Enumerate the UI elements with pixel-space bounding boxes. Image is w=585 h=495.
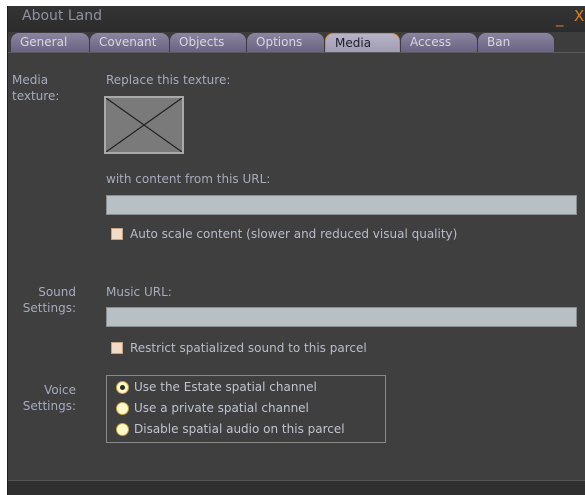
about-land-window: About Land _ X General Covenant Objects … (7, 6, 585, 495)
replace-texture-label: Replace this texture: (106, 73, 231, 87)
sound-section-label-line2: Settings: (22, 301, 76, 315)
voice-section-label-line1: Voice (44, 383, 76, 397)
bottom-bar (8, 480, 585, 495)
tab-bar: General Covenant Objects Options Media A… (8, 33, 585, 53)
tab-access[interactable]: Access (401, 33, 477, 52)
tab-covenant[interactable]: Covenant (90, 33, 169, 52)
title-bar[interactable]: About Land _ X (8, 6, 585, 32)
content-url-label: with content from this URL: (106, 172, 271, 186)
sound-section-label: Sound Settings: (12, 284, 76, 316)
close-button[interactable]: X (574, 6, 584, 26)
estate-channel-radio[interactable] (116, 381, 129, 394)
music-url-label: Music URL: (106, 285, 172, 299)
disable-spatial-audio-label: Disable spatial audio on this parcel (134, 422, 345, 436)
media-texture-picker[interactable] (104, 96, 184, 154)
private-channel-radio[interactable] (116, 402, 129, 415)
auto-scale-checkbox[interactable] (111, 228, 123, 240)
window-title: About Land (22, 8, 102, 24)
voice-section-label: Voice Settings: (12, 382, 76, 414)
sound-section-label-line1: Sound (38, 285, 76, 299)
voice-section-label-line2: Settings: (22, 399, 76, 413)
tab-objects[interactable]: Objects (170, 33, 246, 52)
estate-channel-label: Use the Estate spatial channel (134, 380, 317, 394)
private-channel-label: Use a private spatial channel (134, 401, 309, 415)
missing-texture-icon (105, 97, 183, 153)
media-section-label-line2: texture: (12, 89, 60, 103)
media-section-label: Media texture: (12, 72, 59, 104)
disable-spatial-audio-radio[interactable] (116, 423, 129, 436)
music-url-input[interactable] (106, 307, 577, 327)
restrict-sound-label: Restrict spatialized sound to this parce… (130, 341, 367, 355)
auto-scale-label: Auto scale content (slower and reduced v… (130, 227, 458, 241)
voice-settings-radio-group: Use the Estate spatial channel Use a pri… (106, 375, 386, 443)
tab-media[interactable]: Media (325, 33, 400, 52)
restrict-sound-checkbox[interactable] (111, 342, 123, 354)
content-url-input[interactable] (106, 195, 577, 215)
media-section-label-line1: Media (12, 73, 49, 87)
minimize-button[interactable]: _ (556, 8, 564, 28)
media-panel: Media texture: Replace this texture: wit… (8, 52, 585, 495)
tab-ban[interactable]: Ban (478, 33, 554, 52)
tab-general[interactable]: General (11, 33, 89, 52)
tab-options[interactable]: Options (247, 33, 324, 52)
